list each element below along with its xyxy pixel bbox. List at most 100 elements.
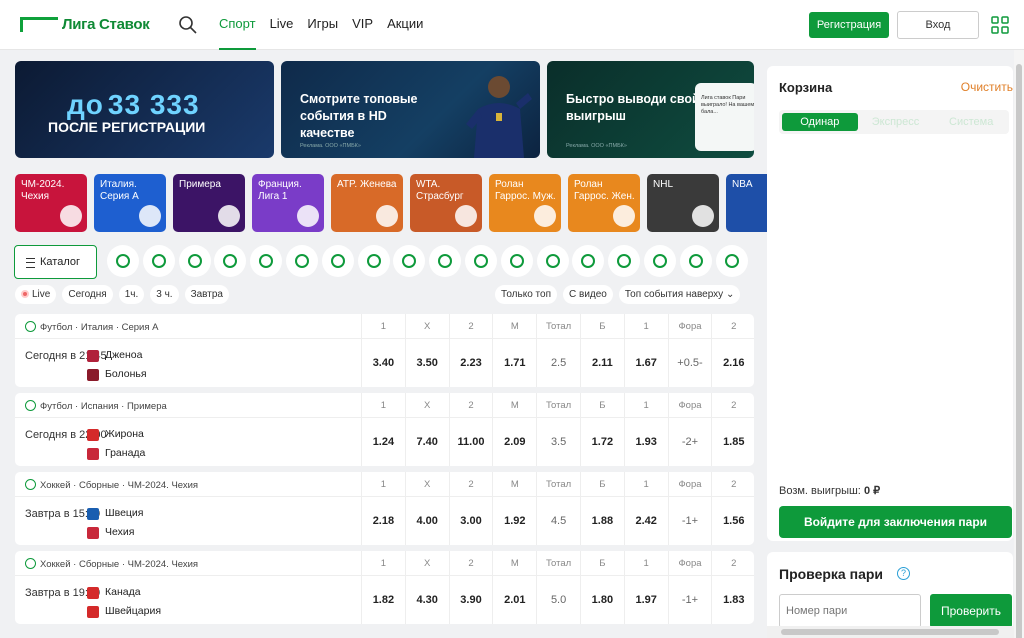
odds-cell[interactable]: 1.97 (625, 576, 668, 624)
sport-icon[interactable] (178, 245, 211, 277)
odds-cell[interactable]: 1.82 (362, 576, 405, 624)
filter-1h[interactable]: 1ч. (118, 285, 145, 304)
apps-grid-icon[interactable] (991, 16, 1009, 34)
vertical-scrollbar[interactable] (1014, 50, 1024, 638)
odds-cell[interactable]: 3.90 (450, 576, 493, 624)
register-button[interactable]: Регистрация (809, 12, 889, 38)
odds-cell[interactable]: 1.72 (581, 418, 624, 466)
odds-cell[interactable]: 3.50 (406, 339, 449, 387)
odds-cell[interactable]: 1.85 (712, 418, 754, 466)
nav-promo[interactable]: Акции (387, 0, 423, 50)
sport-icon[interactable] (214, 245, 247, 277)
odds-cell[interactable]: 2.09 (493, 418, 536, 466)
odds-cell[interactable]: 1.80 (581, 576, 624, 624)
event-teams[interactable]: Дженоа Болонья (87, 346, 147, 384)
nav-games[interactable]: Игры (307, 0, 338, 50)
odds-cell[interactable]: 2.16 (712, 339, 754, 387)
event-row[interactable]: Хоккей · Сборные · ЧМ-2024. Чехия Завтра … (15, 551, 754, 624)
odds-cell[interactable]: 4.00 (406, 497, 449, 545)
bet-number-input[interactable] (779, 594, 921, 628)
odds-cell[interactable]: 1.24 (362, 418, 405, 466)
logo[interactable]: Лига Ставок (20, 16, 150, 33)
league-chip[interactable]: Ролан Гаррос. Муж. (489, 174, 561, 232)
nav-sport[interactable]: Спорт (219, 0, 256, 50)
odds-cell[interactable]: 4.30 (406, 576, 449, 624)
event-teams[interactable]: Канада Швейцария (87, 583, 161, 621)
sport-icon[interactable] (357, 245, 390, 277)
odds-cell[interactable]: 2.18 (362, 497, 405, 545)
odds-cell[interactable]: 5.0 (537, 576, 580, 624)
league-chip[interactable]: Примера (173, 174, 245, 232)
horizontal-scrollbar[interactable] (767, 626, 1014, 638)
check-button[interactable]: Проверить (930, 594, 1012, 628)
sport-icon[interactable] (608, 245, 641, 277)
odds-cell[interactable]: 2.01 (493, 576, 536, 624)
odds-cell[interactable]: 7.40 (406, 418, 449, 466)
catalog-button[interactable]: Каталог (14, 245, 97, 279)
event-teams[interactable]: Швеция Чехия (87, 504, 144, 542)
league-chip[interactable]: Ролан Гаррос. Жен. (568, 174, 640, 232)
sort-top-events[interactable]: Топ события наверху ⌄ (618, 285, 741, 304)
odds-cell[interactable]: 3.40 (362, 339, 405, 387)
banner-withdraw[interactable]: Быстро выводи свой выигрыш Реклама. ООО … (547, 61, 754, 158)
search-icon[interactable] (178, 15, 198, 35)
event-row[interactable]: Футбол · Испания · Примера Сегодня в 22:0… (15, 393, 754, 466)
filter-with-video[interactable]: С видео (563, 285, 613, 304)
league-chip[interactable]: Италия. Серия А (94, 174, 166, 232)
odds-cell[interactable]: 2.11 (581, 339, 624, 387)
odds-cell[interactable]: -1+ (669, 576, 712, 624)
tab-system[interactable]: Система (933, 110, 1009, 134)
odds-cell[interactable]: 2.23 (450, 339, 493, 387)
odds-cell[interactable]: 1.67 (625, 339, 668, 387)
event-teams[interactable]: Жирона Гранада (87, 425, 145, 463)
filter-live[interactable]: Live (15, 285, 57, 304)
sport-icon[interactable] (643, 245, 676, 277)
sport-icon[interactable] (536, 245, 569, 277)
league-chip[interactable]: WTA. Страсбург (410, 174, 482, 232)
filter-tomorrow[interactable]: Завтра (184, 285, 229, 304)
sport-icon[interactable] (321, 245, 354, 277)
sport-icon[interactable] (142, 245, 175, 277)
scrollbar-thumb[interactable] (781, 629, 999, 635)
odds-cell[interactable]: 1.92 (493, 497, 536, 545)
filter-3h[interactable]: 3 ч. (150, 285, 179, 304)
sport-icon[interactable] (285, 245, 318, 277)
sport-icon[interactable] (572, 245, 605, 277)
odds-cell[interactable]: 1.88 (581, 497, 624, 545)
scrollbar-thumb[interactable] (1016, 64, 1022, 638)
login-button[interactable]: Вход (897, 11, 979, 39)
odds-cell[interactable]: 11.00 (450, 418, 493, 466)
event-row[interactable]: Хоккей · Сборные · ЧМ-2024. Чехия Завтра … (15, 472, 754, 545)
sport-icon[interactable] (464, 245, 497, 277)
odds-cell[interactable]: 1.71 (493, 339, 536, 387)
odds-cell[interactable]: 1.83 (712, 576, 754, 624)
odds-cell[interactable]: 4.5 (537, 497, 580, 545)
odds-cell[interactable]: -1+ (669, 497, 712, 545)
league-chip[interactable]: ЧМ-2024. Чехия (15, 174, 87, 232)
sport-icon[interactable] (393, 245, 426, 277)
sport-icon[interactable] (429, 245, 462, 277)
sport-icon[interactable] (679, 245, 712, 277)
sport-icon[interactable] (107, 245, 139, 277)
league-chip[interactable]: ATP. Женева (331, 174, 403, 232)
filter-today[interactable]: Сегодня (62, 285, 113, 304)
nav-live[interactable]: Live (270, 0, 294, 50)
odds-cell[interactable]: +0.5- (669, 339, 712, 387)
sport-icon[interactable] (250, 245, 283, 277)
odds-cell[interactable]: -2+ (669, 418, 712, 466)
login-to-bet-button[interactable]: Войдите для заключения пари (779, 506, 1012, 538)
odds-cell[interactable]: 3.00 (450, 497, 493, 545)
odds-cell[interactable]: 3.5 (537, 418, 580, 466)
odds-cell[interactable]: 2.42 (625, 497, 668, 545)
clear-button[interactable]: Очистить (961, 80, 1013, 94)
banner-hd[interactable]: Смотрите топовые события в HD качестве Р… (281, 61, 540, 158)
sport-icon[interactable] (500, 245, 533, 277)
odds-cell[interactable]: 1.93 (625, 418, 668, 466)
odds-cell[interactable]: 2.5 (537, 339, 580, 387)
banner-bonus[interactable]: до 33 333 ПОСЛЕ РЕГИСТРАЦИИ (15, 61, 274, 158)
help-icon[interactable]: ? (897, 567, 910, 580)
tab-express[interactable]: Экспресс (858, 110, 934, 134)
event-row[interactable]: Футбол · Италия · Серия А Сегодня в 21:45… (15, 314, 754, 387)
nav-vip[interactable]: VIP (352, 0, 373, 50)
tab-single[interactable]: Одинар (782, 113, 858, 131)
